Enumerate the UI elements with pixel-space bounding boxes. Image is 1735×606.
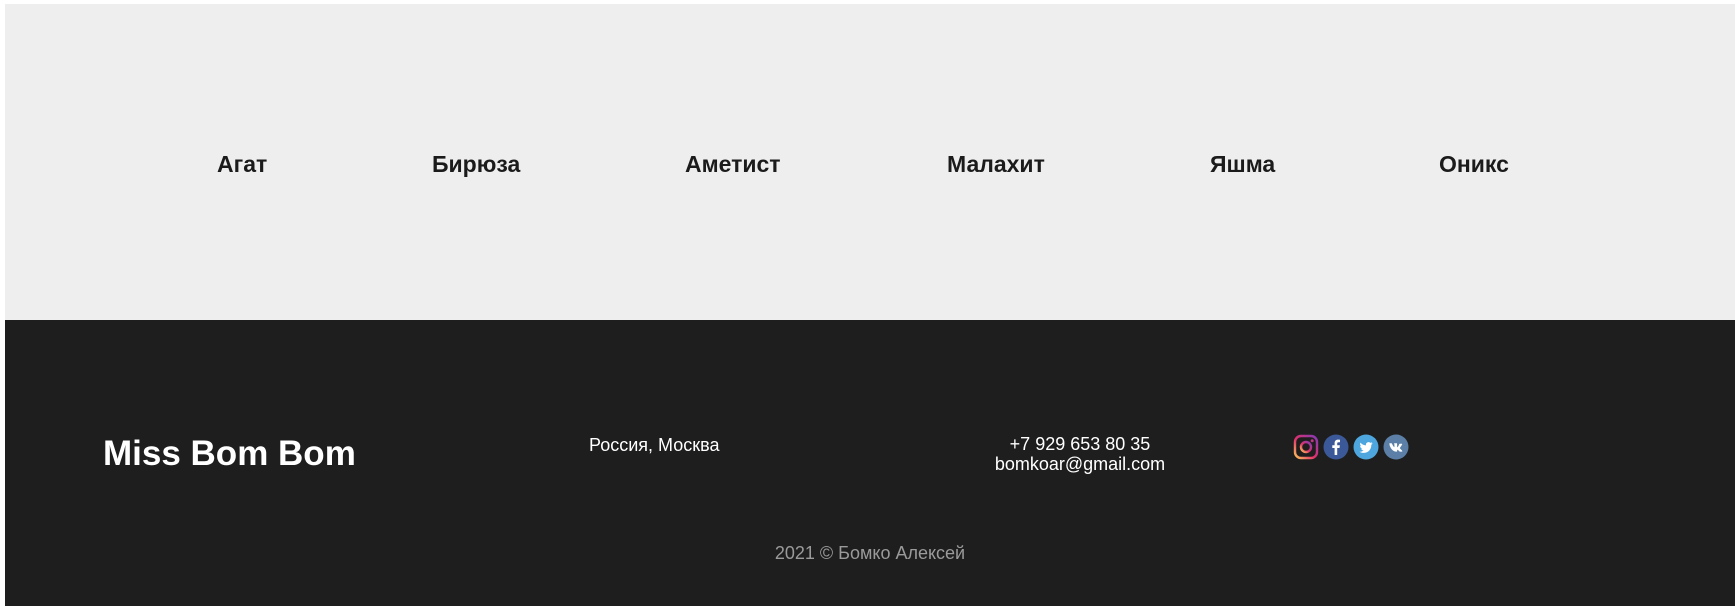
- social-links: [1293, 434, 1409, 462]
- stone-link-malahit[interactable]: Малахит: [947, 149, 1045, 179]
- page: Агат Бирюза Аметист Малахит Яшма Оникс M…: [5, 4, 1735, 606]
- stone-link-ametist[interactable]: Аметист: [685, 149, 781, 179]
- stone-link-agat[interactable]: Агат: [217, 149, 267, 179]
- twitter-icon[interactable]: [1353, 434, 1379, 460]
- stone-link-yashma[interactable]: Яшма: [1210, 149, 1275, 179]
- footer: Miss Bom Bom Россия, Москва +7 929 653 8…: [5, 320, 1735, 606]
- phone-link[interactable]: +7 929 653 80 35: [945, 434, 1215, 454]
- instagram-icon[interactable]: [1293, 434, 1319, 460]
- facebook-icon[interactable]: [1323, 434, 1349, 460]
- email-link[interactable]: bomkoar@gmail.com: [945, 454, 1215, 474]
- footer-brand: Miss Bom Bom: [103, 434, 356, 473]
- stones-section: Агат Бирюза Аметист Малахит Яшма Оникс: [5, 4, 1735, 320]
- copyright-text: 2021 © Бомко Алексей: [774, 543, 966, 563]
- footer-contacts: +7 929 653 80 35 bomkoar@gmail.com: [945, 434, 1215, 474]
- footer-location: Россия, Москва: [589, 435, 720, 455]
- stone-link-biruza[interactable]: Бирюза: [432, 149, 520, 179]
- vk-icon[interactable]: [1383, 434, 1409, 460]
- stone-link-oniks[interactable]: Оникс: [1439, 149, 1509, 179]
